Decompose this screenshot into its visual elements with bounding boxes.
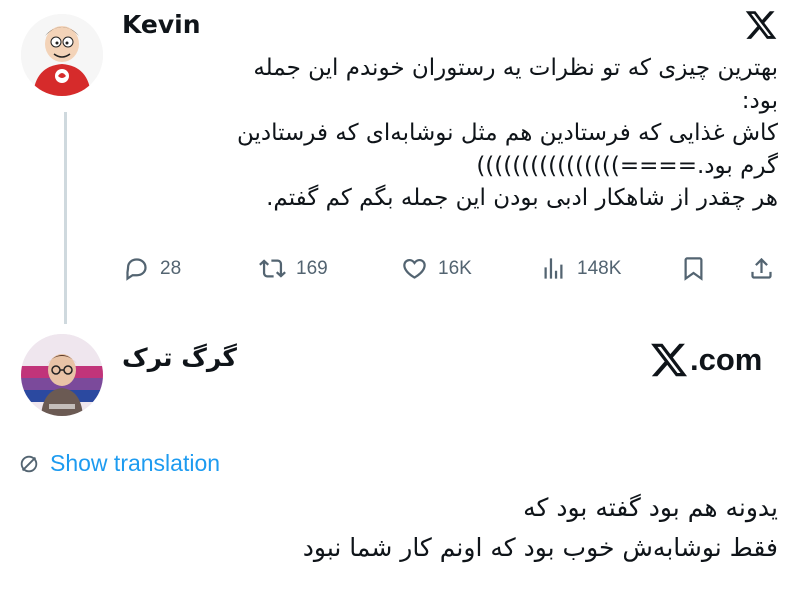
x-logo-icon[interactable] bbox=[744, 8, 778, 42]
reply-count: 28 bbox=[160, 257, 182, 279]
tweet-line: هر چقدر از شاهکار ادبی بودن این جمله بگم… bbox=[266, 185, 778, 211]
show-translation-label: Show translation bbox=[50, 450, 221, 476]
tweet-actions: 28 169 16K 148K bbox=[0, 255, 800, 287]
reply-line: فقط نوشابه‌ش خوب بود که اونم کار شما نبو… bbox=[302, 533, 778, 562]
share-button[interactable] bbox=[748, 255, 775, 282]
reply-text: یدونه هم بود گفته بود که فقط نوشابه‌ش خو… bbox=[190, 488, 778, 568]
tweet-line: گرم بود.====)))))))))))))))) bbox=[476, 152, 778, 179]
tweet-line: کاش غذایی که فرستادین هم مثل نوشابه‌ای ک… bbox=[236, 120, 778, 146]
tweet-text: بهترین چیزی که تو نظرات یه رستوران خوندم… bbox=[120, 52, 778, 215]
bookmark-icon bbox=[684, 257, 703, 281]
brand-domain: .com bbox=[690, 342, 763, 377]
thread-connector-line bbox=[64, 112, 67, 324]
reply-line: یدونه هم بود گفته بود که bbox=[523, 493, 778, 522]
tweet-line: بهترین چیزی که تو نظرات یه رستوران خوندم… bbox=[253, 55, 778, 81]
show-translation-link[interactable]: Show translation bbox=[18, 450, 220, 477]
retweet-button[interactable]: 169 bbox=[259, 255, 328, 282]
views-icon bbox=[544, 258, 563, 279]
retweet-icon bbox=[259, 259, 286, 278]
author-name[interactable]: گرگ ترک bbox=[122, 343, 237, 373]
views-count: 148K bbox=[577, 257, 622, 279]
avatar[interactable] bbox=[21, 14, 103, 96]
author-name[interactable]: Kevin bbox=[122, 10, 201, 40]
like-button[interactable]: 16K bbox=[401, 255, 472, 282]
translate-icon bbox=[20, 455, 38, 472]
bookmark-button[interactable] bbox=[680, 255, 707, 282]
tweet-line: بود: bbox=[741, 87, 778, 114]
x-logo-icon bbox=[651, 343, 688, 377]
retweet-count: 169 bbox=[296, 257, 328, 279]
reply-icon bbox=[126, 258, 147, 281]
x-brand: .com bbox=[648, 340, 762, 380]
views-button[interactable]: 148K bbox=[540, 255, 621, 282]
reply-button[interactable]: 28 bbox=[123, 255, 181, 282]
like-icon bbox=[403, 258, 426, 279]
like-count: 16K bbox=[438, 257, 472, 279]
share-icon bbox=[751, 257, 772, 279]
avatar[interactable] bbox=[21, 334, 103, 416]
